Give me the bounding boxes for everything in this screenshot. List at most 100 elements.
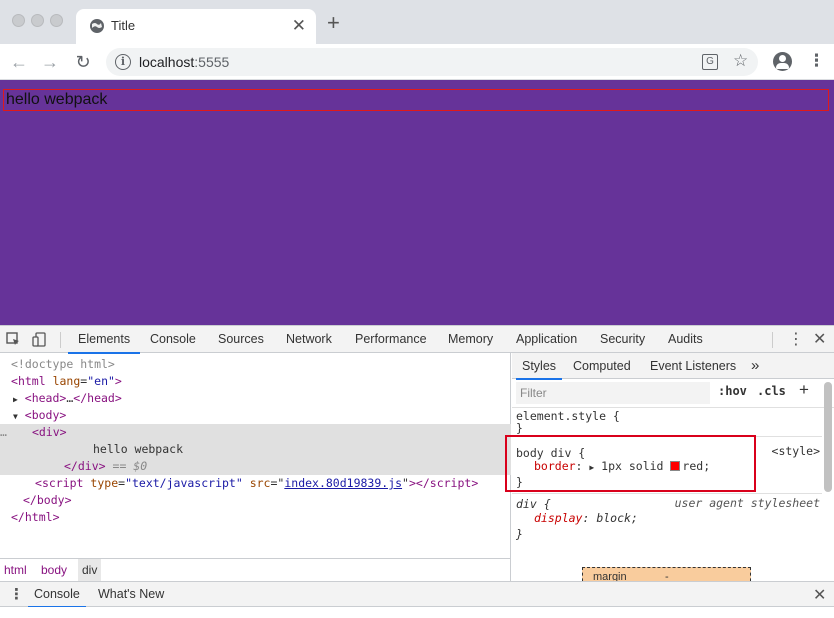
type-value: "text/javascript": [125, 476, 243, 490]
tab-performance[interactable]: Performance: [355, 326, 427, 353]
lang-value: "en": [87, 374, 115, 388]
type-attr: type: [90, 476, 119, 490]
console-drawer: ⋮ Console What's New ✕: [0, 581, 834, 608]
devtools-close-icon[interactable]: ✕: [813, 329, 826, 349]
body-tag: body: [31, 408, 60, 422]
node-actions-ellipsis[interactable]: …: [0, 425, 7, 439]
back-button[interactable]: ←: [8, 51, 30, 73]
script-src-link[interactable]: index.80d19839.js: [284, 476, 402, 490]
new-tab-button[interactable]: +: [327, 12, 340, 34]
border-value-color: red;: [682, 459, 711, 473]
browser-tab[interactable]: Title ✕: [76, 9, 316, 44]
script-tag: script: [41, 476, 84, 490]
translate-icon[interactable]: G: [702, 54, 718, 70]
html-tag: html: [17, 374, 46, 388]
border-declaration[interactable]: border: ▶ 1px solid red;: [512, 458, 822, 474]
dom-node-doctype[interactable]: <!doctype html>: [0, 356, 511, 373]
breadcrumb-div[interactable]: div: [78, 559, 102, 582]
address-bar[interactable]: i localhost:5555 G ☆: [106, 48, 758, 76]
tab-title: Title: [111, 18, 136, 33]
body-div-rule[interactable]: <style> body div { border: ▶ 1px solid r…: [512, 442, 822, 494]
display-declaration: display: block;: [534, 511, 638, 525]
forward-button[interactable]: →: [39, 51, 61, 73]
browser-menu-icon[interactable]: ⋮: [808, 52, 825, 70]
tab-audits[interactable]: Audits: [668, 326, 703, 353]
head-close-tag: head: [87, 391, 115, 405]
tab-close-icon[interactable]: ✕: [292, 16, 306, 36]
dom-node-div-close[interactable]: </div> == $0: [0, 458, 511, 475]
dom-node-body-close[interactable]: </body>: [0, 492, 511, 509]
drawer-tab-console[interactable]: Console: [28, 582, 86, 608]
rule-source-ua: user agent stylesheet: [674, 496, 820, 510]
styles-tabbar: Styles Computed Event Listeners »: [512, 353, 834, 380]
bookmark-star-icon[interactable]: ☆: [733, 51, 748, 71]
account-avatar-icon[interactable]: [773, 52, 792, 71]
breadcrumb-html[interactable]: html: [0, 559, 31, 582]
class-toggle[interactable]: .cls: [757, 384, 786, 398]
styles-filter-bar: Filter :hov .cls +: [512, 379, 834, 408]
tab-application[interactable]: Application: [516, 326, 577, 353]
breadcrumb: html body div: [0, 558, 511, 582]
hover-state-toggle[interactable]: :hov: [718, 384, 747, 398]
drawer-menu-icon[interactable]: ⋮: [9, 585, 24, 603]
expand-shorthand-icon[interactable]: ▶: [589, 463, 594, 472]
border-prop: border: [534, 459, 576, 473]
console-toolbar-partial: [0, 607, 834, 618]
collapse-triangle-icon[interactable]: ▼: [13, 412, 18, 421]
tabbar-divider: [60, 332, 61, 348]
tab-memory[interactable]: Memory: [448, 326, 493, 353]
dom-node-body[interactable]: ▼ <body>: [0, 407, 511, 424]
tab-security[interactable]: Security: [600, 326, 645, 353]
selected-node-marker: == $0: [112, 459, 148, 473]
tab-elements[interactable]: Elements: [67, 326, 141, 354]
div-ua-rule[interactable]: user agent stylesheet div { display: blo…: [512, 494, 822, 546]
head-tag: head: [31, 391, 60, 405]
drawer-close-icon[interactable]: ✕: [813, 585, 826, 605]
styles-pane: Styles Computed Event Listeners » Filter…: [512, 353, 834, 584]
div-close-tag: div: [77, 459, 99, 473]
page-viewport: hello webpack: [0, 80, 834, 325]
div-tag: div: [38, 425, 60, 439]
url-text[interactable]: localhost:5555: [139, 54, 229, 70]
dom-node-html[interactable]: <html lang="en">: [0, 373, 511, 390]
dom-node-script[interactable]: <script type="text/javascript" src="inde…: [0, 475, 511, 492]
more-tabs-icon[interactable]: »: [751, 353, 759, 379]
tab-network[interactable]: Network: [286, 326, 332, 353]
drawer-tab-whats-new[interactable]: What's New: [98, 582, 164, 607]
elements-tree: <!doctype html> <html lang="en"> ▶ <head…: [0, 353, 511, 584]
rule-source-style[interactable]: <style>: [772, 444, 820, 458]
dom-node-div-selected[interactable]: … <div>: [0, 424, 511, 441]
styles-scrollbar[interactable]: [824, 382, 832, 492]
html-close-tag: html: [24, 510, 53, 524]
site-info-icon[interactable]: i: [115, 54, 131, 70]
lang-attr: lang: [52, 374, 81, 388]
dom-text-node[interactable]: hello webpack: [0, 441, 511, 458]
url-port: :5555: [194, 54, 230, 70]
display-value: block;: [596, 511, 638, 525]
expand-triangle-icon[interactable]: ▶: [13, 395, 18, 404]
tab-computed[interactable]: Computed: [573, 353, 631, 379]
tab-sources[interactable]: Sources: [218, 326, 264, 353]
tab-console[interactable]: Console: [150, 326, 196, 353]
color-swatch-icon[interactable]: [670, 461, 681, 471]
tabbar-divider-right: [772, 332, 773, 348]
doctype-text: <!doctype html>: [11, 357, 115, 371]
dom-node-head[interactable]: ▶ <head>…</head>: [0, 390, 511, 407]
dom-node-html-close[interactable]: </html>: [0, 509, 511, 526]
reload-button[interactable]: ↻: [72, 51, 94, 73]
body-close-tag: body: [36, 493, 65, 507]
styles-filter-input[interactable]: Filter: [516, 382, 710, 404]
new-style-rule-icon[interactable]: +: [799, 380, 809, 400]
device-toolbar-icon[interactable]: [32, 332, 47, 347]
body-div-close: }: [516, 475, 523, 489]
devtools-menu-icon[interactable]: ⋮: [788, 329, 804, 349]
breadcrumb-body[interactable]: body: [37, 559, 71, 582]
window-minimize-button[interactable]: [31, 14, 44, 27]
window-zoom-button[interactable]: [50, 14, 63, 27]
window-close-button[interactable]: [12, 14, 25, 27]
inspect-element-icon[interactable]: [6, 332, 21, 347]
tab-event-listeners[interactable]: Event Listeners: [650, 353, 736, 379]
tab-styles[interactable]: Styles: [515, 353, 563, 380]
div-text-content: hello webpack: [93, 442, 184, 456]
element-style-rule[interactable]: element.style { }: [512, 408, 822, 437]
